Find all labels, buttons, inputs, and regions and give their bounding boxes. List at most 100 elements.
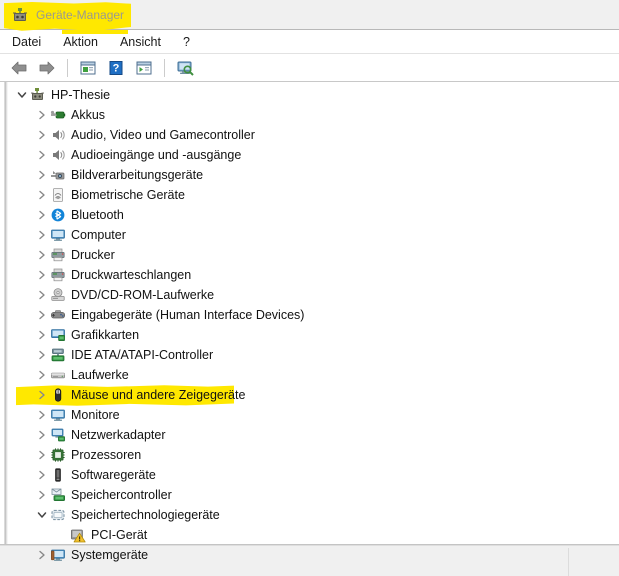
- chevron-right-icon[interactable]: [34, 407, 50, 423]
- tree-node[interactable]: Bildverarbeitungsgeräte: [8, 165, 619, 185]
- tree-node[interactable]: Speichercontroller: [8, 485, 619, 505]
- chevron-right-icon[interactable]: [34, 147, 50, 163]
- chevron-right-icon[interactable]: [34, 447, 50, 463]
- chevron-right-icon[interactable]: [34, 267, 50, 283]
- device-tree[interactable]: HP-Thesie Akkus Audio, Video und Gamecontr…: [8, 85, 619, 568]
- toolbar-separator-2: [164, 58, 165, 77]
- system-device-icon: [50, 547, 66, 563]
- tree-node[interactable]: Mäuse und andere Zeigegeräte: [8, 385, 619, 406]
- scan-hardware-icon[interactable]: [172, 56, 198, 80]
- battery-icon: [50, 107, 66, 123]
- monitor-icon: [50, 407, 66, 423]
- chevron-right-icon[interactable]: [34, 387, 50, 403]
- tree-node[interactable]: Computer: [8, 225, 619, 245]
- chevron-right-icon[interactable]: [34, 207, 50, 223]
- tree-node[interactable]: Monitore: [8, 405, 619, 425]
- keyboard-icon: [50, 567, 66, 568]
- chevron-right-icon[interactable]: [34, 467, 50, 483]
- tree-node[interactable]: Grafikkarten: [8, 325, 619, 345]
- optical-drive-icon: [50, 287, 66, 303]
- menu-datei[interactable]: Datei: [12, 35, 52, 49]
- chevron-right-icon[interactable]: [34, 247, 50, 263]
- chevron-right-icon[interactable]: [34, 307, 50, 323]
- computer-root-icon: [30, 87, 46, 103]
- tree-node[interactable]: DVD/CD-ROM-Laufwerke: [8, 285, 619, 305]
- chevron-down-icon[interactable]: [34, 507, 50, 523]
- status-bar-topline: [0, 545, 619, 546]
- tree-node[interactable]: PCI-Gerät: [8, 525, 619, 545]
- device-manager-window: Geräte-Manager Datei Aktion Ansicht ? ? …: [0, 0, 619, 576]
- chevron-right-icon[interactable]: [34, 287, 50, 303]
- tree-node[interactable]: Audio, Video und Gamecontroller: [8, 125, 619, 145]
- toolbar-separator: [67, 58, 68, 77]
- tree-node-label: Systemgeräte: [71, 548, 149, 562]
- tree-node[interactable]: Druckwarteschlangen: [8, 265, 619, 285]
- tree-node-label: Monitore: [71, 408, 120, 422]
- update-driver-icon[interactable]: [131, 56, 157, 80]
- tree-node[interactable]: Eingabegeräte (Human Interface Devices): [8, 305, 619, 325]
- svg-text:?: ?: [113, 62, 120, 74]
- chevron-right-icon[interactable]: [34, 567, 50, 568]
- monitor-icon: [50, 227, 66, 243]
- tree-node-label: Grafikkarten: [71, 328, 140, 342]
- tree-node-label: PCI-Gerät: [91, 528, 148, 542]
- chevron-right-icon[interactable]: [34, 427, 50, 443]
- tree-node[interactable]: Bluetooth: [8, 205, 619, 225]
- ide-controller-icon: [50, 347, 66, 363]
- back-arrow-icon[interactable]: [6, 56, 32, 80]
- chevron-right-icon[interactable]: [34, 327, 50, 343]
- tree-node-label: Bluetooth: [71, 208, 124, 222]
- chevron-right-icon[interactable]: [34, 227, 50, 243]
- tree-node-label: Biometrische Geräte: [71, 188, 185, 202]
- tree-node[interactable]: Laufwerke: [8, 365, 619, 385]
- tree-node[interactable]: Akkus: [8, 105, 619, 125]
- chevron-right-icon[interactable]: [34, 187, 50, 203]
- unknown-device-warning-icon: [70, 527, 86, 543]
- tree-node-label: Akkus: [71, 108, 106, 122]
- tree-root-node[interactable]: HP-Thesie: [8, 85, 619, 105]
- menu-aktion[interactable]: Aktion: [63, 35, 109, 49]
- tree-node[interactable]: Softwaregeräte: [8, 465, 619, 485]
- tree-node-label: Mäuse und andere Zeigegeräte: [71, 388, 246, 402]
- chevron-right-icon[interactable]: [34, 127, 50, 143]
- toolbar: ?: [0, 54, 619, 82]
- printer-icon: [50, 247, 66, 263]
- chevron-down-icon[interactable]: [14, 87, 30, 103]
- chevron-right-icon[interactable]: [34, 107, 50, 123]
- chevron-right-icon[interactable]: [34, 347, 50, 363]
- tree-node-label: Netzwerkadapter: [71, 428, 166, 442]
- bluetooth-icon: [50, 207, 66, 223]
- properties-icon[interactable]: [75, 56, 101, 80]
- tree-node-label: Audio, Video und Gamecontroller: [71, 128, 255, 142]
- fingerprint-icon: [50, 187, 66, 203]
- tree-node-label: Bildverarbeitungsgeräte: [71, 168, 204, 182]
- tree-node[interactable]: IDE ATA/ATAPI-Controller: [8, 345, 619, 365]
- chevron-right-icon[interactable]: [34, 167, 50, 183]
- menu-help[interactable]: ?: [183, 35, 201, 49]
- cpu-icon: [50, 447, 66, 463]
- tree-node-label: Druckwarteschlangen: [71, 268, 192, 282]
- speaker-icon: [50, 127, 66, 143]
- menu-ansicht[interactable]: Ansicht: [120, 35, 172, 49]
- chevron-right-icon[interactable]: [34, 547, 50, 563]
- mouse-icon: [50, 387, 66, 403]
- tree-node[interactable]: Audioeingänge und -ausgänge: [8, 145, 619, 165]
- tree-node-label: Speichercontroller: [71, 488, 172, 502]
- tree-node-label: Audioeingänge und -ausgänge: [71, 148, 242, 162]
- tree-node-label: IDE ATA/ATAPI-Controller: [71, 348, 214, 362]
- tree-node[interactable]: Drucker: [8, 245, 619, 265]
- tree-node-label: Prozessoren: [71, 448, 142, 462]
- tree-node[interactable]: Biometrische Geräte: [8, 185, 619, 205]
- title-bar: Geräte-Manager: [0, 0, 619, 31]
- tree-node-label: Computer: [71, 228, 126, 242]
- tree-node[interactable]: Prozessoren: [8, 445, 619, 465]
- help-icon[interactable]: ?: [103, 56, 129, 80]
- gamepad-icon: [50, 307, 66, 323]
- chevron-right-icon[interactable]: [34, 487, 50, 503]
- tree-panel[interactable]: HP-Thesie Akkus Audio, Video und Gamecontr…: [0, 82, 619, 568]
- tree-node-label: Eingabegeräte (Human Interface Devices): [71, 308, 305, 322]
- forward-arrow-icon[interactable]: [34, 56, 60, 80]
- tree-node[interactable]: Speichertechnologiegeräte: [8, 505, 619, 525]
- chevron-right-icon[interactable]: [34, 367, 50, 383]
- tree-node[interactable]: Netzwerkadapter: [8, 425, 619, 445]
